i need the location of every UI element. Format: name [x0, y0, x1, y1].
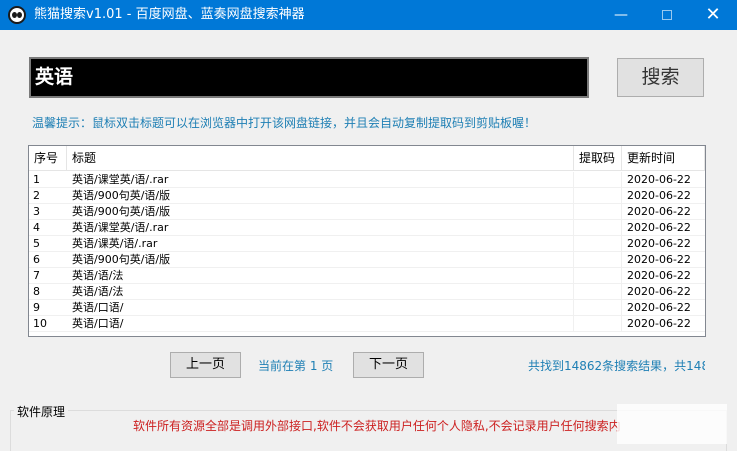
- row-title: 英语/课英/语/.rar: [67, 236, 574, 252]
- row-code: [574, 268, 622, 284]
- row-date: 2020-06-22: [627, 205, 691, 218]
- row-number: 1: [33, 173, 40, 186]
- row-title: 英语/口语/: [67, 316, 574, 332]
- row-title: 英语/课堂英/语/.rar: [67, 220, 574, 236]
- title-bar: 熊猫搜索v1.01 - 百度网盘、蓝奏网盘搜索神器 — ✕: [0, 0, 737, 30]
- table-row[interactable]: 2 英语/900句英/语/版 2020-06-22: [29, 188, 705, 204]
- row-title: 英语/900句英/语/版: [67, 252, 574, 268]
- table-row[interactable]: 3 英语/900句英/语/版 2020-06-22: [29, 204, 705, 220]
- column-header-title[interactable]: 标题: [67, 146, 574, 171]
- row-date: 2020-06-22: [627, 173, 691, 186]
- row-number: 6: [33, 253, 40, 266]
- hint-text: 温馨提示：鼠标双击标题可以在浏览器中打开该网盘链接，并且会自动复制提取码到剪贴板…: [32, 116, 537, 130]
- row-date: 2020-06-22: [627, 269, 691, 282]
- maximize-icon: [662, 10, 672, 20]
- row-number: 3: [33, 205, 40, 218]
- row-date: 2020-06-22: [627, 301, 691, 314]
- row-code: [574, 252, 622, 268]
- column-header-no[interactable]: 序号: [29, 146, 67, 171]
- search-button[interactable]: 搜索: [617, 58, 704, 97]
- column-header-date[interactable]: 更新时间: [622, 146, 705, 171]
- row-code: [574, 188, 622, 204]
- row-code: [574, 300, 622, 316]
- row-number: 9: [33, 301, 40, 314]
- prev-page-button[interactable]: 上一页: [170, 352, 241, 378]
- row-date: 2020-06-22: [627, 237, 691, 250]
- row-title: 英语/900句英/语/版: [67, 188, 574, 204]
- row-code: [574, 172, 622, 188]
- row-title: 英语/口语/: [67, 300, 574, 316]
- table-row[interactable]: 8 英语/语/法 2020-06-22: [29, 284, 705, 300]
- table-row[interactable]: 9 英语/口语/2020-06-22: [29, 300, 705, 316]
- row-title: 英语/语/法: [67, 268, 574, 284]
- table-header: 序号 标题 提取码 更新时间: [29, 146, 705, 171]
- row-number: 5: [33, 237, 40, 250]
- row-number: 8: [33, 285, 40, 298]
- window-title: 熊猫搜索v1.01 - 百度网盘、蓝奏网盘搜索神器: [34, 7, 305, 22]
- row-date: 2020-06-22: [627, 317, 691, 330]
- row-title: 英语/语/法: [67, 284, 574, 300]
- row-title: 英语/课堂英/语/.rar: [67, 172, 574, 188]
- result-count-text: 共找到14862条搜索结果，共1487页: [528, 359, 705, 373]
- row-code: [574, 204, 622, 220]
- row-code: [574, 284, 622, 300]
- panda-app-icon: [8, 6, 26, 24]
- column-header-code[interactable]: 提取码: [574, 146, 622, 171]
- close-button[interactable]: ✕: [690, 0, 736, 30]
- table-row[interactable]: 1 英语/课堂英/语/.rar 2020-06-22: [29, 172, 705, 188]
- table-row[interactable]: 4 英语/课堂英/语/.rar 2020-06-22: [29, 220, 705, 236]
- row-code: [574, 220, 622, 236]
- row-date: 2020-06-22: [627, 253, 691, 266]
- search-input[interactable]: 英语: [29, 57, 589, 98]
- current-page-text: 当前在第 1 页: [258, 359, 334, 373]
- table-row[interactable]: 7 英语/语/法 2020-06-22: [29, 268, 705, 284]
- next-page-button[interactable]: 下一页: [353, 352, 424, 378]
- row-number: 4: [33, 221, 40, 234]
- row-code: [574, 316, 622, 332]
- watermark-overlay: [617, 404, 727, 444]
- row-date: 2020-06-22: [627, 285, 691, 298]
- disclaimer-text: 软件所有资源全部是调用外部接口,软件不会获取用户任何个人隐私,不会记录用户任何搜…: [133, 419, 621, 433]
- maximize-button[interactable]: [644, 0, 690, 30]
- row-date: 2020-06-22: [627, 221, 691, 234]
- table-row[interactable]: 6 英语/900句英/语/版 2020-06-22: [29, 252, 705, 268]
- table-row[interactable]: 10 英语/口语/2020-06-22: [29, 316, 705, 332]
- groupbox-label: 软件原理: [14, 403, 69, 420]
- row-number: 7: [33, 269, 40, 282]
- table-row[interactable]: 5 英语/课英/语/.rar 2020-06-22: [29, 236, 705, 252]
- results-table[interactable]: 序号 标题 提取码 更新时间 1 英语/课堂英/语/.rar 2020-06-22 2…: [28, 145, 706, 337]
- row-code: [574, 236, 622, 252]
- row-number: 10: [33, 317, 47, 330]
- minimize-button[interactable]: —: [598, 0, 644, 30]
- row-number: 2: [33, 189, 40, 202]
- row-title: 英语/900句英/语/版: [67, 204, 574, 220]
- row-date: 2020-06-22: [627, 189, 691, 202]
